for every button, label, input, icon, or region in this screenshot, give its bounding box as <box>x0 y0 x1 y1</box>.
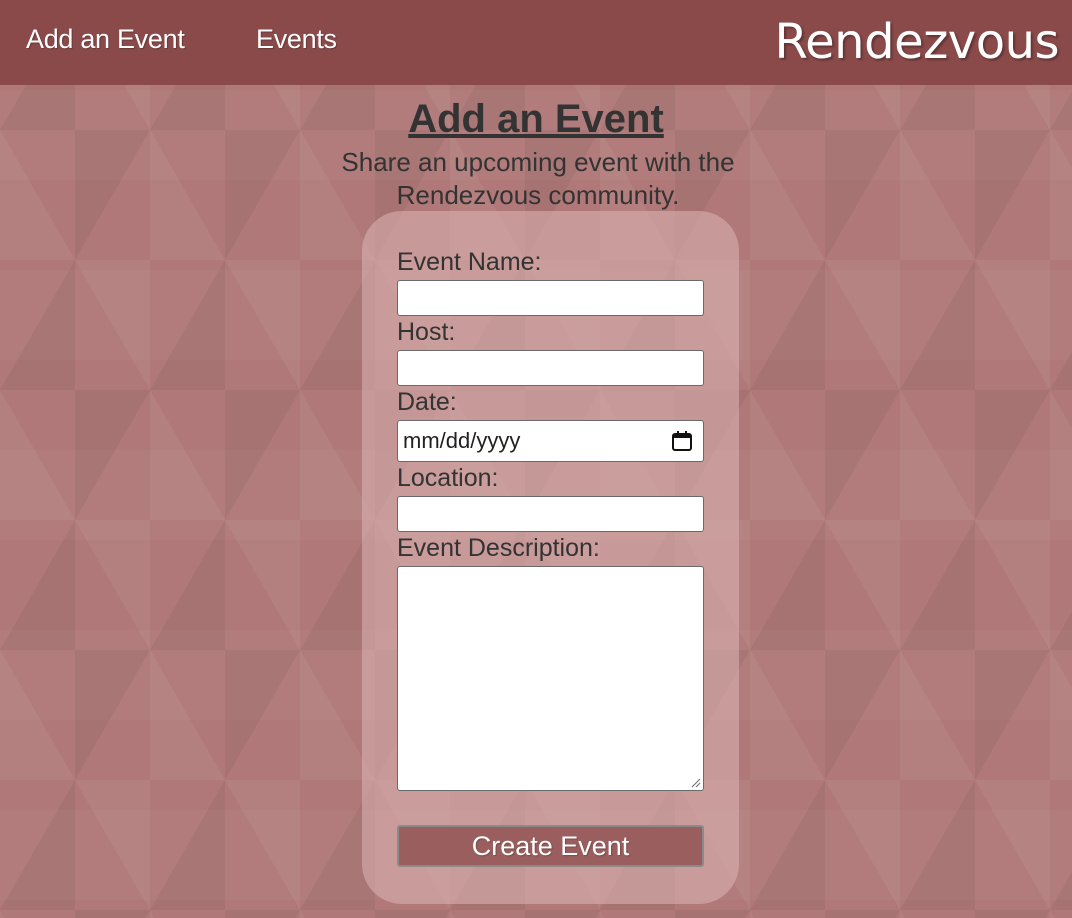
calendar-icon[interactable] <box>670 429 694 453</box>
page-subtitle: Share an upcoming event with the Rendezv… <box>341 147 735 210</box>
date-input[interactable]: mm/dd/yyyy <box>397 420 704 462</box>
host-label: Host: <box>397 318 456 346</box>
nav-link-add-event[interactable]: Add an Event <box>26 24 185 55</box>
top-navbar: Add an Event Events Rendezvous <box>0 0 1072 85</box>
location-label: Location: <box>397 464 499 492</box>
event-name-label: Event Name: <box>397 248 542 276</box>
location-input[interactable] <box>397 496 704 532</box>
page: { "nav": { "add_event": "Add an Event", … <box>0 0 1072 918</box>
resize-grip-icon[interactable] <box>689 776 701 788</box>
page-title: Add an Event <box>408 97 664 141</box>
date-placeholder: mm/dd/yyyy <box>403 428 521 453</box>
description-label: Event Description: <box>397 534 600 562</box>
date-label: Date: <box>397 388 457 416</box>
event-name-input[interactable] <box>397 280 704 316</box>
create-event-button[interactable]: Create Event <box>397 825 704 867</box>
brand-logo[interactable]: Rendezvous <box>774 14 1059 70</box>
description-textarea[interactable] <box>397 566 704 791</box>
nav-link-events[interactable]: Events <box>256 24 337 55</box>
host-input[interactable] <box>397 350 704 386</box>
